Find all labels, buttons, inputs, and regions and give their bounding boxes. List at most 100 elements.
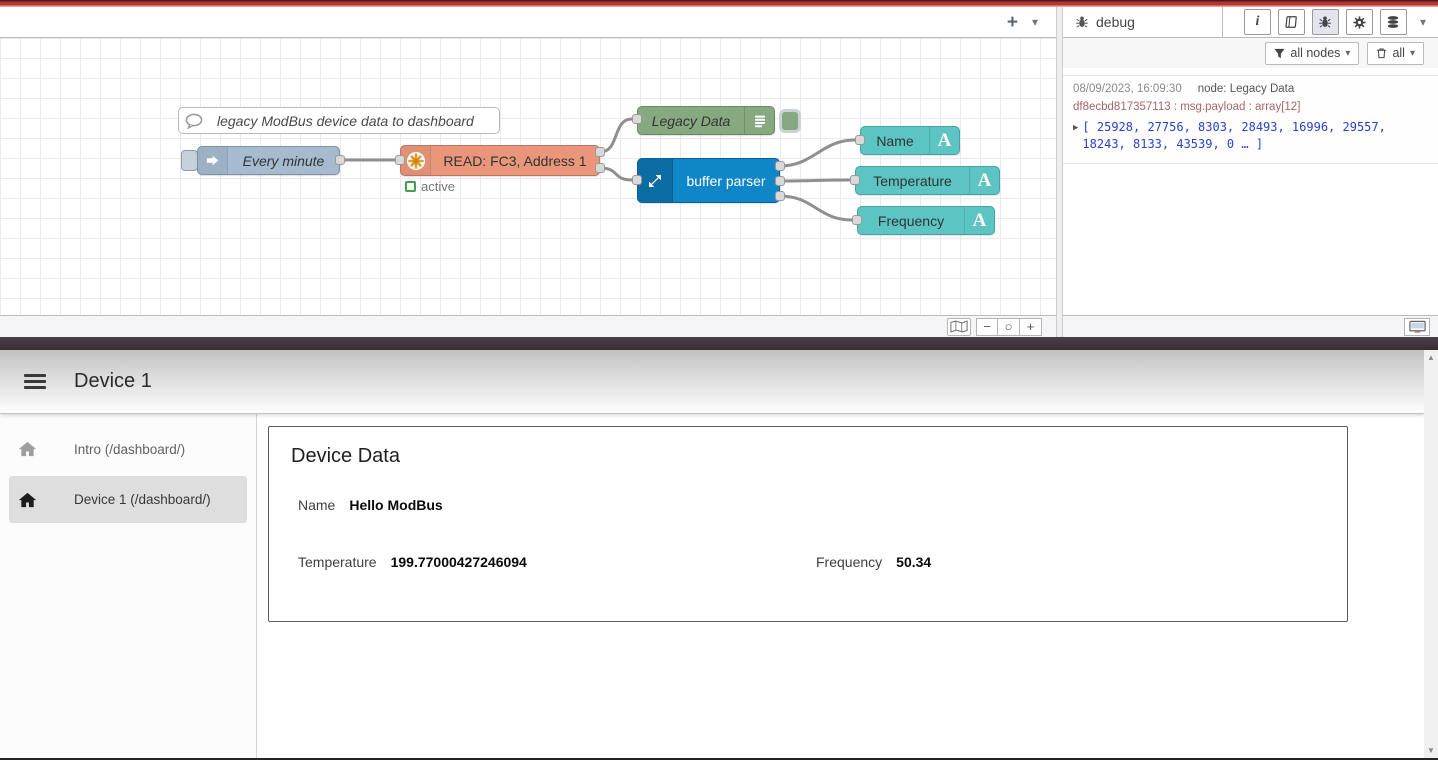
dashboard-page-title: Device 1: [74, 370, 152, 393]
config-tab-button[interactable]: [1346, 9, 1373, 35]
dashboard-main: Device Data Name Hello ModBus Temperatur…: [257, 414, 1424, 758]
port-inject-out[interactable]: [335, 155, 345, 165]
sidebar-item-device-1[interactable]: Device 1 (/dashboard/): [9, 476, 247, 523]
node-ui-text-temperature[interactable]: Temperature A: [855, 166, 1000, 195]
port-modbus-in[interactable]: [395, 155, 405, 165]
flow-list-caret-icon[interactable]: ▾: [1032, 15, 1038, 29]
buffer-parser-icon: [638, 159, 673, 202]
port-parser-in[interactable]: [632, 175, 642, 185]
field-label-name: Name: [298, 497, 335, 513]
info-tab-button[interactable]: i: [1244, 9, 1271, 35]
inject-button[interactable]: [181, 150, 198, 171]
wire-parser-name[interactable]: [780, 140, 855, 166]
tab-debug[interactable]: debug: [1063, 7, 1223, 37]
port-modbus-out-1[interactable]: [595, 147, 605, 157]
debug-sidebar-footer: [1063, 315, 1438, 337]
canvas-footer: − ○ +: [0, 315, 1056, 337]
bug-icon: [1318, 15, 1332, 29]
home-icon: [18, 492, 37, 508]
wire-parser-temperature[interactable]: [780, 180, 850, 181]
scroll-up-icon[interactable]: ▲: [1427, 350, 1435, 365]
device-data-card: Device Data Name Hello ModBus Temperatur…: [268, 426, 1348, 622]
debug-timestamp: 08/09/2023, 16:09:30: [1073, 83, 1182, 95]
field-label-temperature: Temperature: [298, 554, 377, 570]
debug-source-node[interactable]: node: Legacy Data: [1198, 83, 1295, 95]
node-buffer-parser[interactable]: buffer parser: [637, 158, 780, 203]
book-icon: [1284, 15, 1298, 29]
trash-icon: [1376, 47, 1387, 59]
node-red-editor-window: + ▾: [0, 0, 1438, 350]
sidebar-menu-caret-icon[interactable]: ▾: [1414, 15, 1432, 29]
menu-hamburger-icon[interactable]: [24, 370, 46, 392]
text-a-icon: A: [969, 167, 999, 194]
expand-caret-icon[interactable]: ▶: [1073, 119, 1078, 154]
port-parser-out-1[interactable]: [775, 161, 785, 171]
modbus-label: READ: FC3, Address 1: [431, 146, 599, 175]
buffer-parser-label: buffer parser: [673, 159, 779, 202]
port-name-in[interactable]: [855, 135, 865, 145]
sidebar-item-intro[interactable]: Intro (/dashboard/): [0, 428, 256, 470]
debug-tab-button[interactable]: [1312, 9, 1339, 35]
debug-filter-row: all nodes ▾ all ▾: [1063, 38, 1438, 68]
zoom-in-button[interactable]: +: [1020, 318, 1042, 336]
dashboard-window: Device 1 Intro (/dashboard/) Device 1 (/…: [0, 350, 1438, 760]
port-modbus-out-2[interactable]: [595, 163, 605, 173]
sidebar-resize-handle[interactable]: [1056, 7, 1063, 337]
context-tab-button[interactable]: [1380, 9, 1407, 35]
open-debug-window-button[interactable]: [1404, 318, 1430, 336]
zoom-reset-button[interactable]: ○: [998, 318, 1020, 336]
debug-payload-array[interactable]: [ 25928, 27756, 8303, 28493, 16996, 2955…: [1082, 119, 1428, 154]
ui-text-label: Frequency: [858, 207, 964, 234]
debug-enable-toggle[interactable]: [779, 109, 801, 133]
debug-list-icon: [744, 107, 774, 134]
node-inject[interactable]: Every minute: [197, 146, 340, 175]
filter-nodes-button[interactable]: all nodes ▾: [1265, 42, 1359, 65]
wire-modbus-legacy[interactable]: [600, 119, 632, 152]
field-value-temperature: 199.77000427246094: [391, 554, 527, 570]
port-parser-out-3[interactable]: [775, 191, 785, 201]
comment-label: legacy ModBus device data to dashboard: [209, 108, 499, 133]
node-comment[interactable]: legacy ModBus device data to dashboard: [178, 107, 500, 134]
clear-caret-icon: ▾: [1410, 48, 1415, 59]
field-value-frequency: 50.34: [896, 554, 931, 570]
monitor-icon: [1409, 320, 1426, 334]
wire-parser-frequency[interactable]: [780, 196, 852, 220]
debug-node-label: Legacy Data: [638, 107, 744, 134]
port-parser-out-2[interactable]: [775, 176, 785, 186]
clear-messages-button[interactable]: all ▾: [1367, 42, 1424, 65]
vertical-scrollbar[interactable]: ▲ ▼: [1424, 350, 1438, 758]
text-a-icon: A: [929, 127, 959, 154]
port-temperature-in[interactable]: [850, 175, 860, 185]
database-icon: [1386, 15, 1400, 29]
help-tab-button[interactable]: [1278, 9, 1305, 35]
field-label-frequency: Frequency: [816, 554, 882, 570]
add-flow-button[interactable]: +: [1007, 13, 1018, 32]
comment-bubble-icon: [179, 108, 209, 133]
debug-message[interactable]: 08/09/2023, 16:09:30 node: Legacy Data d…: [1063, 75, 1438, 164]
debug-message-list[interactable]: 08/09/2023, 16:09:30 node: Legacy Data d…: [1063, 68, 1438, 315]
node-modbus-read[interactable]: READ: FC3, Address 1: [400, 145, 600, 176]
status-text: active: [421, 179, 455, 194]
bug-icon: [1075, 15, 1089, 29]
gear-icon: [1352, 15, 1367, 30]
card-title: Device Data: [291, 445, 400, 468]
sidebar-item-label: Intro (/dashboard/): [74, 442, 185, 457]
navigator-map-button[interactable]: [947, 318, 971, 336]
funnel-icon: [1274, 48, 1285, 59]
port-legacy-in[interactable]: [632, 114, 642, 124]
text-a-icon: A: [964, 207, 994, 234]
port-frequency-in[interactable]: [852, 215, 862, 225]
node-ui-text-frequency[interactable]: Frequency A: [857, 206, 995, 235]
node-ui-text-name[interactable]: Name A: [860, 126, 960, 155]
filter-caret-icon: ▾: [1345, 48, 1350, 59]
ui-text-label: Name: [861, 127, 929, 154]
debug-msg-path: df8ecbd817357113 : msg.payload : array[1…: [1073, 101, 1428, 113]
zoom-out-button[interactable]: −: [976, 318, 998, 336]
clear-label: all: [1392, 46, 1405, 60]
modbus-status: active: [405, 179, 455, 194]
dashboard-sidebar: Intro (/dashboard/) Device 1 (/dashboard…: [0, 414, 257, 758]
flow-canvas[interactable]: legacy ModBus device data to dashboard E…: [0, 38, 1056, 315]
scroll-down-icon[interactable]: ▼: [1427, 743, 1435, 758]
node-debug-legacy-data[interactable]: Legacy Data: [637, 106, 775, 135]
home-icon: [18, 441, 37, 457]
